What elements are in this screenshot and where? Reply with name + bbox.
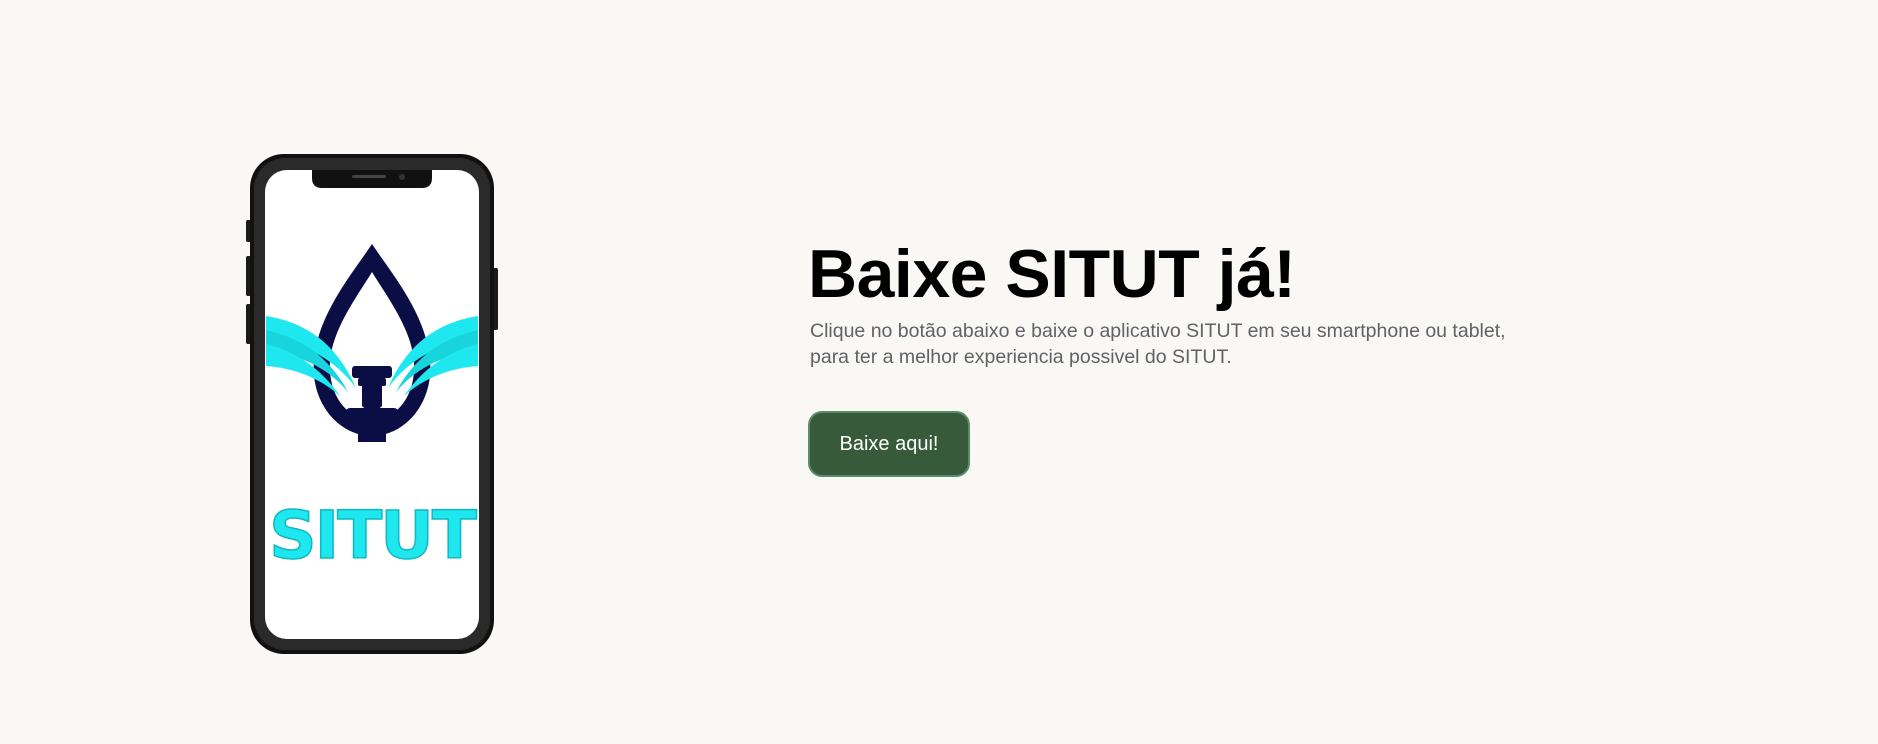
description-line: para ter a melhor experiencia possivel d… <box>810 346 1232 368</box>
download-button[interactable]: Baixe aqui! <box>808 411 970 477</box>
download-section: Baixe SITUT já! Clique no botão abaixo e… <box>808 232 1708 370</box>
smartphone-illustration: SITUT <box>246 154 498 654</box>
situt-logo-text: SITUT <box>269 497 477 574</box>
description-line: Clique no botão abaixo e baixe o aplicat… <box>810 320 1506 342</box>
phone-mockup: SITUT <box>244 152 500 656</box>
page-title: Baixe SITUT já! <box>808 236 1296 312</box>
page-description: Clique no botão abaixo e baixe o aplicat… <box>810 318 1630 370</box>
